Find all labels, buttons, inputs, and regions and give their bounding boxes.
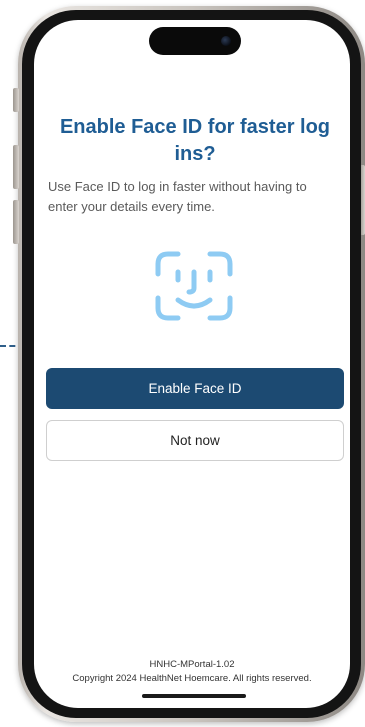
face-id-corner-top-right (207, 251, 233, 277)
face-id-smile (175, 297, 213, 309)
front-camera-icon (221, 36, 231, 46)
enable-face-id-button[interactable]: Enable Face ID (46, 368, 344, 409)
copyright-text: Copyright 2024 HealthNet Hoemcare. All r… (72, 673, 312, 684)
not-now-button[interactable]: Not now (46, 420, 344, 461)
face-id-corner-bottom-left (155, 295, 181, 321)
page-title: Enable Face ID for faster log ins? (59, 116, 331, 165)
face-id-icon (155, 251, 233, 321)
face-id-nose (186, 269, 197, 295)
version-text: HNHC-MPortal-1.02 (149, 659, 235, 670)
phone-action-button (13, 88, 19, 112)
phone-volume-up-button (13, 145, 19, 189)
face-id-corner-top-left (155, 251, 181, 277)
phone-volume-down-button (13, 200, 19, 244)
phone-screen: Enable Face ID for faster log ins? Use F… (34, 20, 350, 708)
home-indicator[interactable] (142, 694, 246, 698)
face-id-corner-bottom-right (207, 295, 233, 321)
description-text: Use Face ID to log in faster without hav… (48, 179, 307, 214)
dynamic-island (149, 27, 241, 55)
